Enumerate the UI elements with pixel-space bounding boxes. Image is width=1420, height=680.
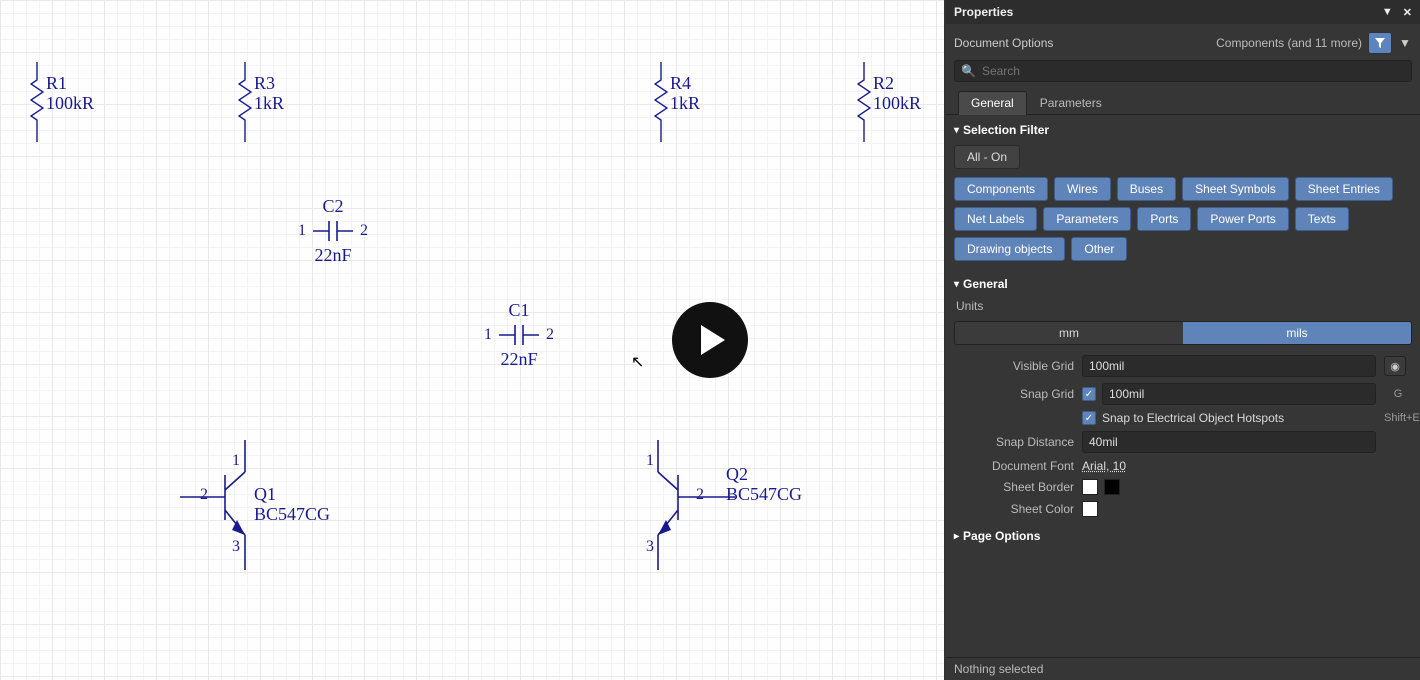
pin-2: 2: [360, 222, 368, 240]
tab-parameters[interactable]: Parameters: [1027, 91, 1115, 115]
panel-title: Properties: [954, 5, 1013, 19]
snap-grid-hotkey: G: [1384, 388, 1412, 400]
search-input[interactable]: [982, 64, 1405, 78]
filter-ports[interactable]: Ports: [1137, 207, 1191, 231]
filter-power-ports[interactable]: Power Ports: [1197, 207, 1288, 231]
filter-sheet-symbols[interactable]: Sheet Symbols: [1182, 177, 1289, 201]
sheet-color-swatch[interactable]: [1082, 501, 1098, 517]
component-c1[interactable]: C1 1 2 22nF: [484, 300, 554, 370]
resistor-icon: [654, 62, 668, 142]
visible-grid-label: Visible Grid: [954, 359, 1074, 373]
cursor-icon: ↖: [631, 352, 644, 372]
capacitor-icon: [499, 321, 539, 349]
search-box[interactable]: 🔍: [954, 60, 1412, 82]
play-button[interactable]: [672, 302, 748, 378]
eye-icon: ◉: [1390, 360, 1400, 373]
pin-2: 2: [696, 486, 704, 504]
snap-distance-label: Snap Distance: [954, 435, 1074, 449]
visible-grid-input[interactable]: [1082, 355, 1376, 377]
resistor-icon: [30, 62, 44, 142]
unit-mm[interactable]: mm: [955, 322, 1183, 344]
pin-1: 1: [232, 452, 240, 470]
resistor-icon: [238, 62, 252, 142]
filter-buttons-row: ComponentsWiresBusesSheet SymbolsSheet E…: [954, 173, 1412, 265]
component-designator: R3: [254, 73, 275, 93]
pin-1: 1: [646, 452, 654, 470]
component-q2[interactable]: 1 2 3 Q2 BC547CG: [640, 440, 740, 570]
component-designator: R1: [46, 73, 67, 93]
component-value: 22nF: [298, 245, 368, 266]
resistor-icon: [857, 62, 871, 142]
tab-general[interactable]: General: [958, 91, 1027, 115]
component-value: 100kR: [873, 93, 921, 113]
pin-3: 3: [232, 538, 240, 556]
document-font-value[interactable]: Arial, 10: [1082, 459, 1126, 473]
dropdown-icon[interactable]: ▼: [1382, 6, 1393, 19]
close-icon[interactable]: ✕: [1403, 6, 1412, 19]
filter-other[interactable]: Other: [1071, 237, 1127, 261]
component-q1[interactable]: 1 2 3 Q1 BC547CG: [180, 440, 270, 570]
filter-components[interactable]: Components: [954, 177, 1048, 201]
component-designator: C2: [298, 196, 368, 217]
filter-buses[interactable]: Buses: [1117, 177, 1176, 201]
snap-hotspots-label: Snap to Electrical Object Hotspots: [1102, 411, 1284, 425]
schematic-canvas[interactable]: R1100kR R31kR R41kR R2100kR C2 1 2 22nF …: [0, 0, 946, 680]
pin-3: 3: [646, 538, 654, 556]
filter-button[interactable]: [1368, 32, 1392, 54]
section-selection-filter[interactable]: Selection Filter: [954, 119, 1412, 141]
component-designator: C1: [484, 300, 554, 321]
snap-distance-input[interactable]: [1082, 431, 1376, 453]
snap-hotspots-hotkey: Shift+E: [1384, 412, 1412, 424]
pin-2: 2: [200, 486, 208, 504]
search-icon: 🔍: [961, 64, 976, 78]
pin-2: 2: [546, 326, 554, 344]
component-c2[interactable]: C2 1 2 22nF: [298, 196, 368, 266]
filter-dropdown[interactable]: ▼: [1398, 32, 1412, 54]
scope-label: Components (and 11 more): [1216, 36, 1362, 50]
component-value: BC547CG: [254, 504, 330, 525]
panel-header: Properties ▼ ✕: [946, 0, 1420, 24]
filter-sheet-entries[interactable]: Sheet Entries: [1295, 177, 1393, 201]
filter-wires[interactable]: Wires: [1054, 177, 1111, 201]
unit-mils[interactable]: mils: [1183, 322, 1411, 344]
document-font-label: Document Font: [954, 459, 1074, 473]
capacitor-icon: [313, 217, 353, 245]
snap-hotspots-checkbox[interactable]: ✓: [1082, 411, 1096, 425]
visible-grid-toggle[interactable]: ◉: [1384, 356, 1406, 376]
section-page-options[interactable]: Page Options: [954, 525, 1412, 547]
component-designator: Q2: [726, 464, 748, 485]
filter-drawing-objects[interactable]: Drawing objects: [954, 237, 1065, 261]
transistor-icon: [640, 440, 740, 570]
component-value: BC547CG: [726, 484, 802, 505]
pin-1: 1: [298, 222, 306, 240]
component-value: 22nF: [484, 349, 554, 370]
pin-1: 1: [484, 326, 492, 344]
component-value: 1kR: [254, 93, 284, 113]
sheet-border-label: Sheet Border: [954, 480, 1074, 494]
component-designator: R2: [873, 73, 894, 93]
snap-grid-checkbox[interactable]: ✓: [1082, 387, 1096, 401]
sheet-color-label: Sheet Color: [954, 502, 1074, 516]
filter-texts[interactable]: Texts: [1295, 207, 1349, 231]
component-value: 1kR: [670, 93, 700, 113]
component-designator: R4: [670, 73, 691, 93]
subhead-label: Document Options: [954, 36, 1053, 50]
sheet-border-color[interactable]: [1104, 479, 1120, 495]
funnel-icon: [1374, 37, 1386, 49]
properties-panel: Properties ▼ ✕ Document Options Componen…: [946, 0, 1420, 680]
component-value: 100kR: [46, 93, 94, 113]
status-bar: Nothing selected: [946, 657, 1420, 680]
component-designator: Q1: [254, 484, 276, 505]
filter-all-on[interactable]: All - On: [954, 145, 1020, 169]
units-label: Units: [954, 295, 1412, 315]
filter-parameters[interactable]: Parameters: [1043, 207, 1131, 231]
filter-net-labels[interactable]: Net Labels: [954, 207, 1037, 231]
sheet-border-checkbox[interactable]: [1082, 479, 1098, 495]
section-general[interactable]: General: [954, 273, 1412, 295]
snap-grid-input[interactable]: [1102, 383, 1376, 405]
snap-grid-label: Snap Grid: [954, 387, 1074, 401]
